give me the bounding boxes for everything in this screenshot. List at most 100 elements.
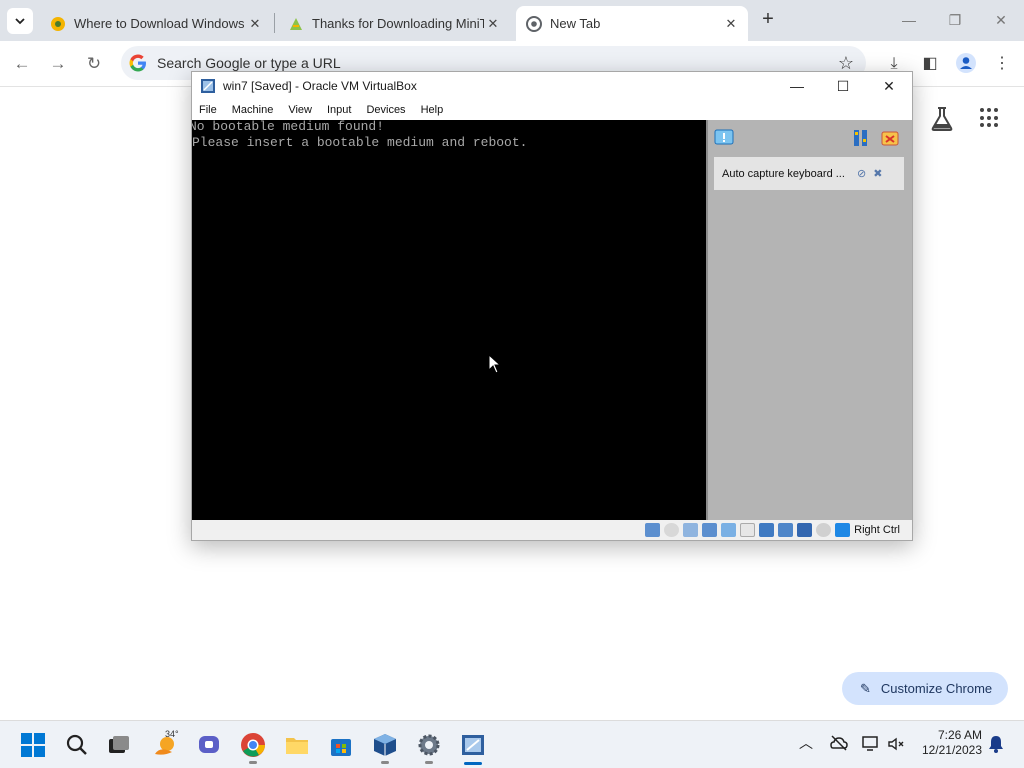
labs-flask-icon[interactable] [930, 106, 954, 132]
close-notification-icon[interactable]: ✖ [873, 167, 882, 180]
tab-strip: Where to Download Windows ✕ Thanks for D… [0, 0, 1024, 41]
cpu-icon[interactable] [797, 523, 813, 537]
tab-title: Thanks for Downloading MiniTo [312, 16, 484, 31]
mouse-integration-icon[interactable] [816, 523, 832, 537]
close-tab-icon[interactable]: ✕ [484, 15, 502, 33]
minitool-favicon-icon [51, 16, 65, 31]
new-tab-button[interactable]: + [757, 9, 779, 31]
profile-icon [956, 53, 976, 73]
search-button[interactable] [62, 730, 92, 760]
vbox-menu-bar: File Machine View Input Devices Help [192, 100, 912, 120]
task-view-icon [109, 736, 129, 753]
tab-title: Where to Download Windows [74, 16, 245, 31]
running-indicator [425, 761, 433, 764]
start-button[interactable] [18, 730, 48, 760]
network-icon[interactable] [702, 523, 718, 537]
tab-search-button[interactable] [7, 8, 33, 34]
notification-item[interactable]: Auto capture keyboard ... ⊘ ✖ [714, 157, 904, 190]
close-tab-icon[interactable]: ✕ [722, 15, 740, 33]
tab-title: New Tab [550, 16, 601, 31]
win7-vm-taskbar-button[interactable] [458, 730, 488, 765]
clock-date: 12/21/2023 [921, 743, 982, 757]
minitool-favicon-icon [290, 17, 302, 30]
volume-muted-icon[interactable] [887, 737, 905, 751]
search-icon [66, 734, 87, 755]
tab-where-to-download[interactable]: Where to Download Windows ✕ [40, 6, 272, 41]
audio-icon[interactable] [683, 523, 699, 537]
notification-text: Auto capture keyboard ... [722, 167, 845, 180]
side-panel-icon[interactable]: ◧ [918, 52, 942, 76]
minimize-button[interactable]: — [894, 8, 924, 32]
menu-devices[interactable]: Devices [366, 104, 405, 116]
menu-file[interactable]: File [199, 104, 217, 116]
vbox-close-button[interactable]: ✕ [866, 72, 912, 100]
running-indicator [381, 761, 389, 764]
vbox-title-bar[interactable]: win7 [Saved] - Oracle VM VirtualBox — ☐ … [192, 72, 912, 100]
vm-window-icon [462, 735, 484, 755]
close-window-button[interactable]: ✕ [986, 8, 1016, 32]
profile-avatar[interactable] [954, 52, 978, 76]
google-icon [129, 54, 146, 72]
host-key-icon[interactable] [835, 523, 851, 537]
show-hidden-icons-chevron-icon[interactable]: ︿ [799, 733, 813, 753]
keep-notifications-icon[interactable] [851, 128, 871, 148]
taskbar-clock[interactable]: 7:26 AM 12/21/2023 [916, 728, 982, 758]
menu-input[interactable]: Input [327, 104, 351, 116]
shared-folders-icon[interactable] [740, 523, 756, 537]
store-button[interactable] [326, 730, 356, 760]
running-indicator [249, 761, 257, 764]
reload-button[interactable]: ↻ [83, 53, 105, 75]
customize-chrome-button[interactable]: ✎ Customize Chrome [842, 672, 1008, 705]
notification-bell-icon[interactable] [988, 735, 1004, 753]
chrome-taskbar-button[interactable] [238, 730, 268, 764]
chrome-icon [526, 15, 542, 32]
vm-boot-message: Please insert a bootable medium and rebo… [192, 135, 528, 150]
recording-icon[interactable] [778, 523, 794, 537]
tab-new-tab[interactable]: New Tab ✕ [516, 6, 748, 41]
google-apps-icon[interactable] [980, 108, 1000, 128]
store-icon [331, 739, 351, 756]
tab-separator [274, 13, 275, 33]
vbox-notification-center: Auto capture keyboard ... ⊘ ✖ [706, 120, 912, 520]
vbox-status-bar: Right Ctrl [192, 520, 912, 540]
mouse-pointer-icon [488, 354, 502, 374]
display-icon[interactable] [759, 523, 775, 537]
restore-button[interactable]: ❐ [940, 8, 970, 32]
do-not-show-again-icon[interactable]: ⊘ [857, 167, 866, 180]
settings-button[interactable] [414, 730, 444, 764]
active-indicator [464, 762, 482, 765]
close-tab-icon[interactable]: ✕ [246, 15, 264, 33]
notification-center-icon[interactable] [714, 128, 734, 148]
virtualbox-icon [374, 734, 396, 756]
tab-thanks-for-downloading[interactable]: Thanks for Downloading MiniTo ✕ [278, 6, 510, 41]
file-explorer-button[interactable] [282, 730, 312, 760]
menu-machine[interactable]: Machine [232, 104, 274, 116]
windows-icon [21, 733, 45, 757]
menu-help[interactable]: Help [421, 104, 444, 116]
optical-drive-icon[interactable] [664, 523, 680, 537]
gear-icon [418, 734, 440, 756]
chat-icon [199, 736, 219, 753]
pencil-icon: ✎ [860, 680, 871, 696]
vm-display[interactable]: No bootable medium found! Please insert … [192, 120, 706, 520]
delete-notifications-icon[interactable] [880, 128, 900, 148]
forward-button[interactable]: → [47, 53, 69, 75]
display-network-icon[interactable] [862, 735, 880, 751]
vbox-window-title: win7 [Saved] - Oracle VM VirtualBox [223, 79, 417, 93]
hard-disk-icon[interactable] [645, 523, 661, 537]
virtualbox-manager-button[interactable] [370, 730, 400, 764]
usb-icon[interactable] [721, 523, 737, 537]
virtualbox-vm-icon [201, 79, 215, 93]
chevron-down-icon [15, 17, 25, 24]
customize-chrome-label: Customize Chrome [880, 681, 993, 696]
clock-time: 7:26 AM [937, 728, 982, 742]
menu-kebab-icon[interactable]: ⋮ [990, 52, 1014, 76]
back-button[interactable]: ← [11, 53, 33, 75]
vbox-maximize-button[interactable]: ☐ [820, 72, 866, 100]
onedrive-offline-icon[interactable] [830, 735, 848, 751]
task-view-button[interactable] [104, 730, 134, 760]
weather-temperature: 34° [165, 729, 179, 739]
vbox-minimize-button[interactable]: — [774, 72, 820, 100]
menu-view[interactable]: View [288, 104, 312, 116]
teams-chat-button[interactable] [194, 730, 224, 760]
